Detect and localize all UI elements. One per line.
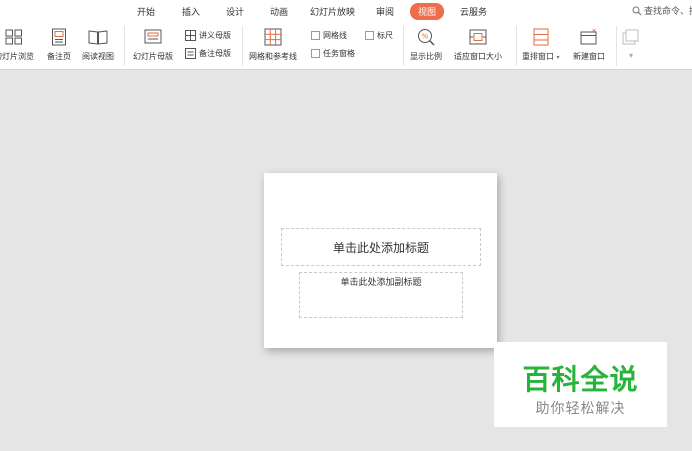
window-stack-icon <box>622 29 639 45</box>
svg-text:%: % <box>422 33 429 41</box>
slide-sorter-button[interactable]: 幻灯片浏览 <box>0 26 34 62</box>
slide-canvas[interactable]: 单击此处添加标题 单击此处添加副标题 <box>264 173 497 348</box>
new-window-icon: * <box>580 29 597 45</box>
zoom-icon: % <box>418 29 435 46</box>
slide-sorter-icon <box>5 29 22 45</box>
notes-page-button[interactable]: 备注页 <box>47 26 71 62</box>
notes-master-button[interactable]: 备注母版 <box>185 48 231 59</box>
tab-animation[interactable]: 动画 <box>270 5 288 18</box>
handout-master-icon <box>185 30 196 41</box>
task-pane-checkbox[interactable]: 任务窗格 <box>311 48 355 59</box>
switch-window-button[interactable]: ▾ <box>622 26 640 60</box>
tab-cloud-services[interactable]: 云服务 <box>460 5 487 18</box>
chevron-down-icon: ▾ <box>556 54 560 61</box>
checkbox-icon <box>365 31 374 40</box>
divider <box>124 26 125 66</box>
svg-text:*: * <box>592 29 596 37</box>
tab-insert[interactable]: 插入 <box>182 5 200 18</box>
chevron-down-icon: ▾ <box>628 51 633 60</box>
watermark: 百科全说 助你轻松解决 <box>494 342 667 427</box>
grid-and-guides-button[interactable]: 网格和参考线 <box>249 26 297 62</box>
divider <box>516 26 517 66</box>
grid-icon <box>264 28 282 46</box>
handout-master-button[interactable]: 讲义母版 <box>185 30 231 41</box>
tab-review[interactable]: 审阅 <box>376 5 394 18</box>
tab-slideshow[interactable]: 幻灯片放映 <box>310 5 355 18</box>
divider <box>616 26 617 66</box>
arrange-windows-button[interactable]: 重排窗口 ▾ <box>522 26 560 62</box>
checkbox-icon <box>311 49 320 58</box>
command-search[interactable]: 查找命令、搜 <box>632 4 692 17</box>
tab-design[interactable]: 设计 <box>226 5 244 18</box>
slide-master-button[interactable]: 幻灯片母版 <box>133 26 173 62</box>
notes-master-icon <box>185 48 196 59</box>
checkbox-icon <box>311 31 320 40</box>
zoom-button[interactable]: % 显示比例 <box>410 26 442 62</box>
divider <box>242 26 243 66</box>
fit-window-button[interactable]: 适应窗口大小 <box>454 26 502 62</box>
watermark-brand: 百科全说 <box>522 363 639 396</box>
notes-page-icon <box>52 28 66 46</box>
tab-home[interactable]: 开始 <box>137 5 155 18</box>
subtitle-placeholder[interactable]: 单击此处添加副标题 <box>299 272 463 318</box>
arrange-windows-icon <box>533 28 549 46</box>
watermark-tagline: 助你轻松解决 <box>535 401 626 417</box>
tab-view[interactable]: 视图 <box>410 3 445 20</box>
new-window-button[interactable]: * 新建窗口 <box>573 26 605 62</box>
reading-view-button[interactable]: 阅读视图 <box>82 26 114 62</box>
search-text: 查找命令、搜 <box>644 7 692 17</box>
title-placeholder[interactable]: 单击此处添加标题 <box>281 228 481 266</box>
slide-master-icon <box>144 29 162 44</box>
menu-bar: 开始 插入 设计 动画 幻灯片放映 审阅 视图 云服务 查找命令、搜 <box>0 0 692 22</box>
gridlines-checkbox[interactable]: 网格线 <box>311 30 347 41</box>
search-icon <box>632 6 642 15</box>
divider <box>403 26 404 66</box>
fit-window-icon <box>469 29 487 45</box>
reading-view-icon <box>88 30 108 45</box>
ruler-checkbox[interactable]: 标尺 <box>365 30 393 41</box>
ribbon-toolbar: 幻灯片浏览 备注页 阅读视图 幻灯片母版 讲义母版 备注母版 网格和参考线 网格… <box>0 22 692 70</box>
